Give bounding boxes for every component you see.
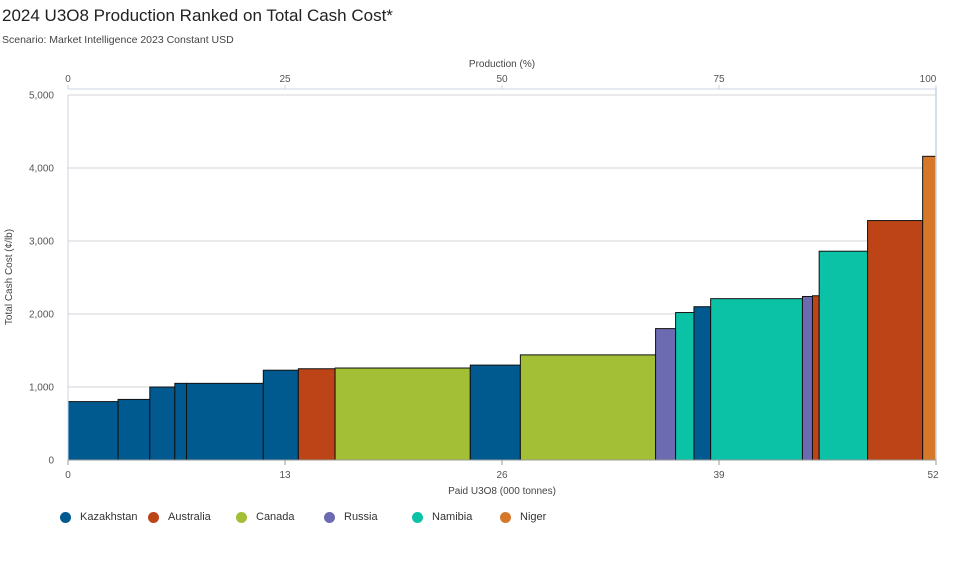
y-tick-label: 3,000 [29, 237, 54, 248]
legend-item-canada[interactable]: Canada [236, 511, 324, 523]
x2-tick-label: 50 [496, 74, 508, 85]
bar-australia [811, 295, 820, 461]
legend-item-kazakhstan[interactable]: Kazakhstan [60, 511, 148, 523]
legend-label: Russia [344, 511, 378, 523]
bar-australia [297, 368, 336, 461]
legend-item-russia[interactable]: Russia [324, 511, 412, 523]
legend-label: Namibia [432, 511, 473, 523]
x-tick-label: 26 [496, 470, 508, 481]
bottom-axis-label: Paid U3O8 (000 tonnes) [448, 486, 556, 497]
bar-namibia [710, 298, 803, 461]
bars-group [67, 155, 937, 461]
bar-kazakhstan [469, 364, 521, 461]
chart-canvas: 0 1,000 2,000 3,000 4,000 5,000 0 13 26 39 52 0 25 50… [4, 59, 939, 497]
x-tick-label: 13 [279, 470, 291, 481]
bar-namibia [818, 250, 869, 461]
x2-tick-label: 0 [65, 74, 71, 85]
x2-tick-label: 75 [713, 74, 725, 85]
bar-kazakhstan [174, 382, 188, 461]
legend: Kazakhstan Australia Canada Russia Namibia Ni… [60, 511, 588, 523]
bar-canada [334, 367, 471, 461]
bar-kazakhstan [186, 382, 264, 461]
y-tick-label: 0 [48, 456, 54, 467]
legend-label: Australia [168, 511, 211, 523]
bar-kazakhstan [693, 306, 712, 461]
bar-kazakhstan [117, 398, 151, 461]
y-tick-label: 4,000 [29, 164, 54, 175]
bar-russia [801, 295, 813, 461]
legend-label: Canada [256, 511, 295, 523]
x2-tick-label: 25 [279, 74, 291, 85]
legend-swatch-icon [236, 511, 247, 523]
legend-item-niger[interactable]: Niger [500, 511, 588, 523]
legend-label: Kazakhstan [80, 511, 138, 523]
legend-label: Niger [520, 511, 547, 523]
top-axis-label: Production (%) [469, 59, 535, 70]
legend-swatch-icon [60, 511, 71, 523]
x-tick-label: 39 [713, 470, 725, 481]
bar-australia [867, 220, 924, 461]
y-axis-label: Total Cash Cost (¢/lb) [4, 229, 15, 325]
y-tick-label: 2,000 [29, 310, 54, 321]
legend-swatch-icon [148, 511, 159, 523]
legend-item-namibia[interactable]: Namibia [412, 511, 500, 523]
legend-swatch-icon [500, 511, 511, 523]
bar-namibia [675, 312, 695, 461]
bar-kazakhstan [67, 401, 119, 461]
y-tick-label: 5,000 [29, 91, 54, 102]
x-tick-label: 52 [927, 470, 939, 481]
x2-tick-label: 100 [920, 74, 937, 85]
x-tick-label: 0 [65, 470, 71, 481]
bar-niger [922, 155, 937, 461]
legend-swatch-icon [324, 511, 335, 523]
legend-swatch-icon [412, 511, 423, 523]
bar-kazakhstan [262, 369, 299, 461]
bar-canada [519, 354, 657, 461]
bar-russia [655, 328, 677, 461]
bar-kazakhstan [149, 386, 176, 461]
legend-item-australia[interactable]: Australia [148, 511, 236, 523]
y-tick-label: 1,000 [29, 383, 54, 394]
